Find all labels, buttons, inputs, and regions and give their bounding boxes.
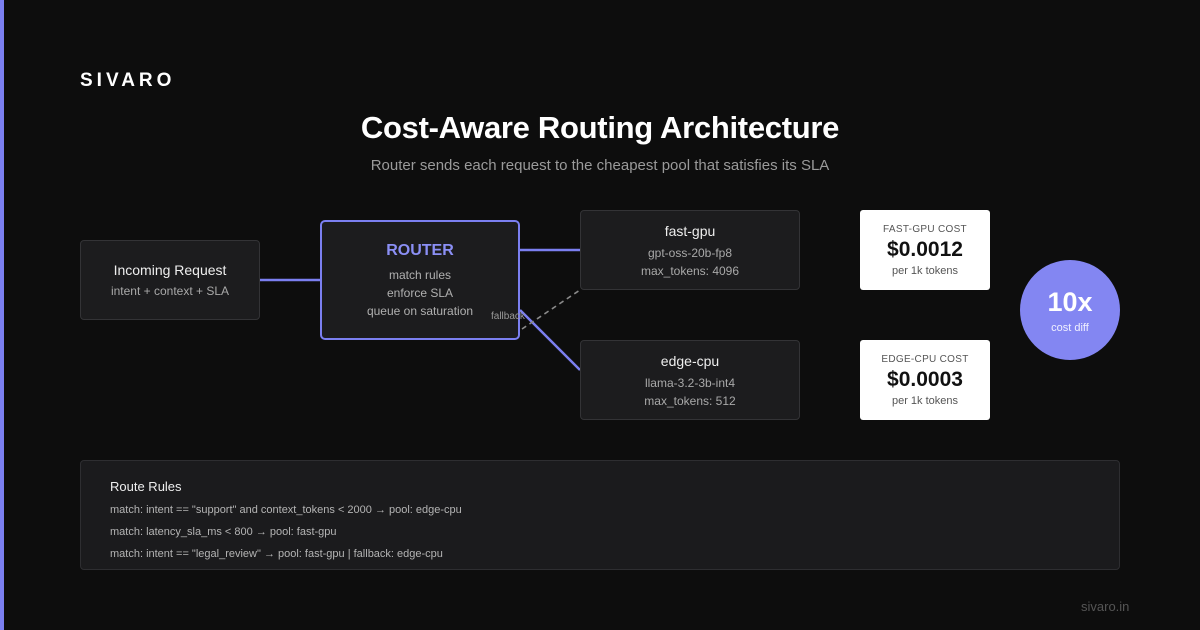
footer-url: sivaro.in xyxy=(1081,599,1130,614)
node-detail: enforce SLA xyxy=(386,286,454,300)
cost-card-edge-cpu: EDGE-CPU COST $0.0003 per 1k tokens xyxy=(860,340,990,420)
cost-unit: per 1k tokens xyxy=(891,394,959,407)
cost-diff-badge: 10x cost diff xyxy=(1020,260,1120,360)
node-detail: match rules xyxy=(388,268,452,282)
cost-card-fast-gpu: FAST-GPU COST $0.0012 per 1k tokens xyxy=(860,210,990,290)
route-rules-heading: Route Rules xyxy=(110,479,182,494)
node-title: edge-cpu xyxy=(660,352,720,369)
node-router: ROUTER match rules enforce SLA queue on … xyxy=(320,220,520,340)
node-edge-cpu: edge-cpu llama-3.2-3b-int4 max_tokens: 5… xyxy=(580,340,800,420)
route-rule: match: intent == "support" and context_t… xyxy=(110,504,462,516)
node-detail: intent + context + SLA xyxy=(110,284,230,298)
cost-label: FAST-GPU COST xyxy=(883,223,967,235)
route-rule: match: intent == "legal_review" → pool: … xyxy=(110,548,443,560)
route-rule: match: latency_sla_ms < 800 → pool: fast… xyxy=(110,526,337,538)
node-model: gpt-oss-20b-fp8 xyxy=(647,245,733,260)
cost-diff-label: cost diff xyxy=(1051,321,1089,334)
node-title: ROUTER xyxy=(386,242,454,259)
edge-router-cpu xyxy=(519,309,581,371)
node-title: fast-gpu xyxy=(664,222,716,239)
cost-value: $0.0003 xyxy=(887,367,963,391)
node-incoming-request: Incoming Request intent + context + SLA xyxy=(80,240,260,320)
node-max-tokens: max_tokens: 4096 xyxy=(640,263,740,278)
cost-unit: per 1k tokens xyxy=(891,264,959,277)
fallback-label: fallback xyxy=(491,311,525,322)
cost-value: $0.0012 xyxy=(887,237,963,261)
node-model: llama-3.2-3b-int4 xyxy=(644,375,736,390)
cost-diff-value: 10x xyxy=(1047,286,1093,317)
node-max-tokens: max_tokens: 512 xyxy=(644,393,736,408)
node-detail: queue on saturation xyxy=(366,304,474,318)
cost-label: EDGE-CPU COST xyxy=(881,353,969,365)
route-rules-panel: Route Rules match: intent == "support" a… xyxy=(80,460,1120,570)
node-fast-gpu: fast-gpu gpt-oss-20b-fp8 max_tokens: 409… xyxy=(580,210,800,290)
edge-fallback xyxy=(521,289,581,330)
node-title: Incoming Request xyxy=(113,262,227,278)
